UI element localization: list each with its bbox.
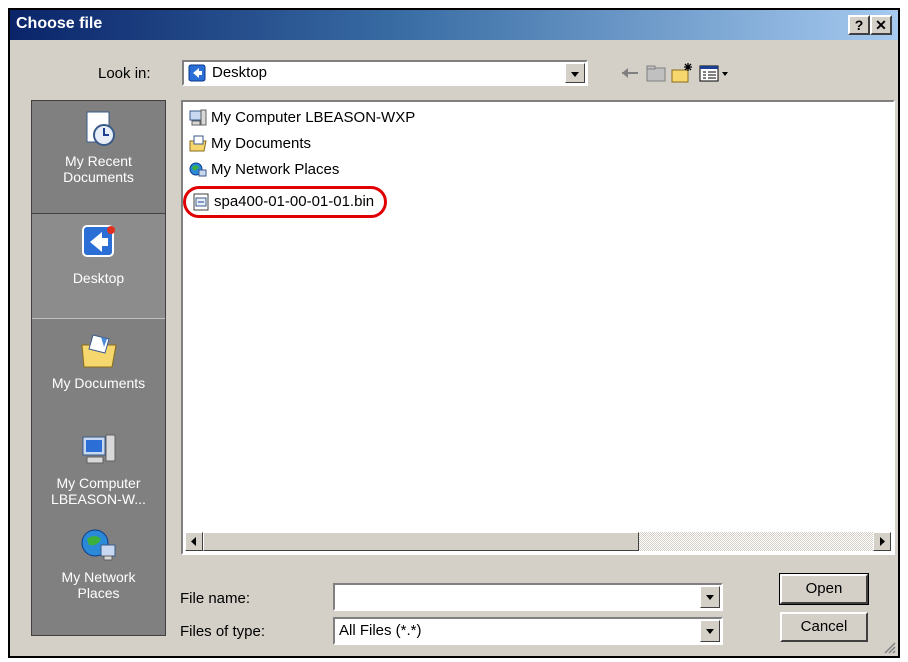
desktop-place-icon [79, 222, 119, 262]
window-title: Choose file [16, 15, 103, 32]
place-label: My Documents [51, 375, 146, 391]
close-button[interactable]: ✕ [870, 15, 892, 35]
file-list[interactable]: My Computer LBEASON-WXP My Documents My … [181, 100, 895, 555]
scroll-track[interactable] [639, 532, 873, 551]
horizontal-scrollbar[interactable] [185, 532, 891, 551]
look-in-label: Look in: [98, 65, 151, 82]
up-folder-icon[interactable] [644, 62, 668, 84]
bin-file-icon [192, 193, 210, 211]
place-my-documents[interactable]: My Documents [32, 331, 165, 411]
desktop-icon [188, 64, 206, 82]
scroll-left-button[interactable] [185, 532, 203, 551]
list-item-label: spa400-01-00-01-01.bin [214, 193, 375, 210]
new-folder-icon[interactable] [670, 62, 694, 84]
chevron-down-icon[interactable] [700, 586, 720, 608]
file-type-label: Files of type: [180, 623, 266, 640]
choose-file-dialog: Choose file ? ✕ Look in: Desktop My Rece… [8, 8, 900, 658]
resize-grip-icon[interactable] [882, 640, 896, 654]
list-item[interactable]: My Computer LBEASON-WXP [189, 107, 415, 129]
my-computer-icon [79, 431, 119, 471]
recent-documents-icon [79, 109, 119, 149]
file-name-label: File name: [180, 590, 251, 607]
help-button[interactable]: ? [848, 15, 870, 35]
place-label: Desktop [72, 270, 125, 286]
views-menu-icon[interactable] [698, 62, 732, 84]
look-in-combo[interactable]: Desktop [182, 60, 588, 86]
place-desktop[interactable]: Desktop [32, 213, 165, 319]
look-in-value: Desktop [212, 64, 268, 81]
place-label: My Recent Documents [63, 153, 134, 185]
title-bar[interactable]: Choose file ? ✕ [10, 10, 898, 40]
scroll-right-button[interactable] [873, 532, 891, 551]
list-item[interactable]: My Network Places [189, 159, 339, 181]
place-my-network-places[interactable]: My Network Places [32, 525, 165, 625]
back-icon[interactable] [618, 62, 642, 84]
list-item-label: My Documents [211, 135, 312, 152]
computer-icon [189, 109, 207, 127]
folder-icon [189, 135, 207, 153]
list-item[interactable]: My Documents [189, 133, 311, 155]
chevron-down-icon[interactable] [565, 63, 585, 83]
places-bar: My Recent Documents Desktop My Documents… [31, 100, 166, 636]
list-item-label: My Computer LBEASON-WXP [211, 109, 416, 126]
file-type-value: All Files (*.*) [339, 622, 422, 639]
chevron-down-icon[interactable] [700, 620, 720, 642]
list-item-highlighted[interactable]: spa400-01-00-01-01.bin [183, 186, 388, 218]
scroll-thumb[interactable] [203, 532, 639, 551]
network-icon [189, 161, 207, 179]
network-places-icon [79, 525, 119, 565]
list-item-label: My Network Places [211, 161, 340, 178]
open-button[interactable]: Open [779, 573, 869, 605]
place-my-recent-documents[interactable]: My Recent Documents [32, 109, 165, 209]
cancel-button[interactable]: Cancel [780, 612, 868, 642]
place-label: My Network Places [61, 569, 136, 601]
place-label: My Computer LBEASON-W... [51, 475, 146, 507]
my-documents-icon [79, 331, 119, 371]
file-name-field[interactable] [333, 583, 723, 611]
file-type-select[interactable]: All Files (*.*) [333, 617, 723, 645]
place-my-computer[interactable]: My Computer LBEASON-W... [32, 431, 165, 521]
